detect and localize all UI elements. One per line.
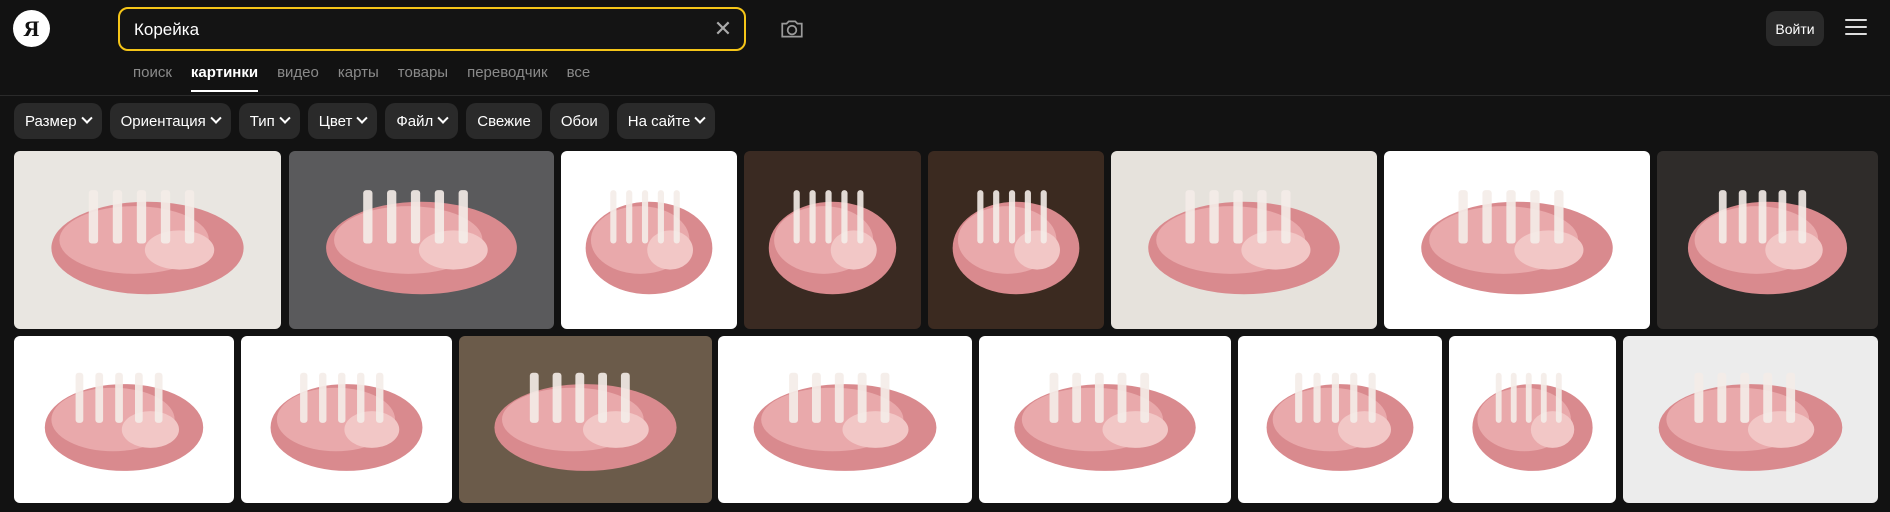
chevron-down-icon — [356, 112, 369, 124]
search-box[interactable]: ✕ — [118, 7, 746, 51]
image-thumbnail — [1657, 151, 1878, 329]
filter-type[interactable]: Тип — [238, 103, 300, 139]
filter-bar: Размер Ориентация Тип Цвет Файл Свежие О… — [14, 103, 716, 139]
filter-label: Размер — [25, 112, 77, 130]
image-thumbnail — [744, 151, 921, 329]
login-button[interactable]: Войти — [1766, 11, 1824, 46]
tab-search[interactable]: поиск — [133, 64, 172, 92]
filter-on-site[interactable]: На сайте — [616, 103, 716, 139]
image-result-pork-rack-on-dark-wood[interactable] — [1657, 151, 1878, 329]
image-thumbnail — [979, 336, 1231, 503]
image-thumbnail — [928, 151, 1104, 329]
image-thumbnail — [1111, 151, 1377, 329]
tab-video[interactable]: видео — [277, 64, 319, 92]
image-thumbnail — [1623, 336, 1878, 503]
chevron-down-icon — [210, 112, 222, 124]
image-result-pork-chops-on-wood[interactable] — [928, 151, 1104, 329]
image-thumbnail — [14, 151, 281, 329]
image-result-pork-loin-on-board-with-tomatoes[interactable] — [1623, 336, 1878, 503]
image-thumbnail — [459, 336, 712, 503]
chevron-down-icon — [80, 112, 93, 124]
chevron-down-icon — [694, 112, 707, 124]
filter-size[interactable]: Размер — [14, 103, 102, 139]
yandex-logo[interactable]: Я — [13, 10, 50, 47]
tab-all[interactable]: все — [567, 64, 591, 92]
filter-file[interactable]: Файл — [385, 103, 459, 139]
filter-orientation[interactable]: Ориентация — [109, 103, 231, 139]
search-input[interactable] — [134, 19, 694, 41]
header: Я ✕ Войти поиск картинки видео карты тов… — [0, 0, 1890, 96]
image-thumbnail — [1384, 151, 1650, 329]
image-thumbnail — [14, 336, 234, 503]
image-result-pork-loin-on-plate[interactable] — [561, 151, 737, 329]
filter-color[interactable]: Цвет — [307, 103, 378, 139]
filter-label: Ориентация — [120, 112, 206, 130]
chevron-down-icon — [437, 112, 449, 124]
search-tabs: поиск картинки видео карты товары перево… — [133, 64, 590, 92]
tab-images[interactable]: картинки — [190, 64, 259, 92]
menu-icon[interactable] — [1845, 19, 1867, 37]
filter-wallpapers[interactable]: Обои — [549, 103, 609, 139]
image-result-pork-loin-cut-white[interactable] — [14, 336, 234, 503]
tab-translate[interactable]: переводчик — [467, 64, 547, 92]
image-result-pork-loin-white[interactable] — [1384, 151, 1650, 329]
image-thumbnail — [1238, 336, 1442, 503]
image-thumbnail — [1449, 336, 1616, 503]
close-icon[interactable]: ✕ — [712, 18, 734, 40]
image-thumbnail — [241, 336, 452, 503]
filter-fresh[interactable]: Свежие — [466, 103, 542, 139]
filter-label: Свежие — [477, 112, 531, 130]
image-result-pork-loin-slab[interactable] — [1238, 336, 1442, 503]
image-result-pork-chops-white[interactable] — [1449, 336, 1616, 503]
filter-label: Файл — [396, 112, 434, 130]
image-result-pork-loin-rack-on-board-with-tomatoes[interactable] — [14, 151, 281, 329]
chevron-down-icon — [279, 112, 291, 124]
image-result-pork-rack-with-salad[interactable] — [979, 336, 1231, 503]
image-result-pork-chops-with-tomatoes[interactable] — [459, 336, 712, 503]
image-result-pork-rack-on-board[interactable] — [241, 336, 452, 503]
tab-products[interactable]: товары — [398, 64, 448, 92]
tab-maps[interactable]: карты — [338, 64, 379, 92]
filter-label: Цвет — [318, 112, 353, 130]
image-result-pork-rack-with-spices[interactable] — [1111, 151, 1377, 329]
image-result-pork-ribs-closeup[interactable] — [744, 151, 921, 329]
image-thumbnail — [561, 151, 737, 329]
image-result-pork-loin-ribs-white[interactable] — [718, 336, 972, 503]
image-thumbnail — [718, 336, 972, 503]
filter-label: Тип — [249, 112, 275, 130]
camera-search-icon[interactable] — [779, 16, 805, 42]
image-thumbnail — [289, 151, 554, 329]
image-result-pork-rack-on-dark-stone[interactable] — [289, 151, 554, 329]
filter-label: На сайте — [627, 112, 691, 130]
filter-label: Обои — [560, 112, 598, 130]
